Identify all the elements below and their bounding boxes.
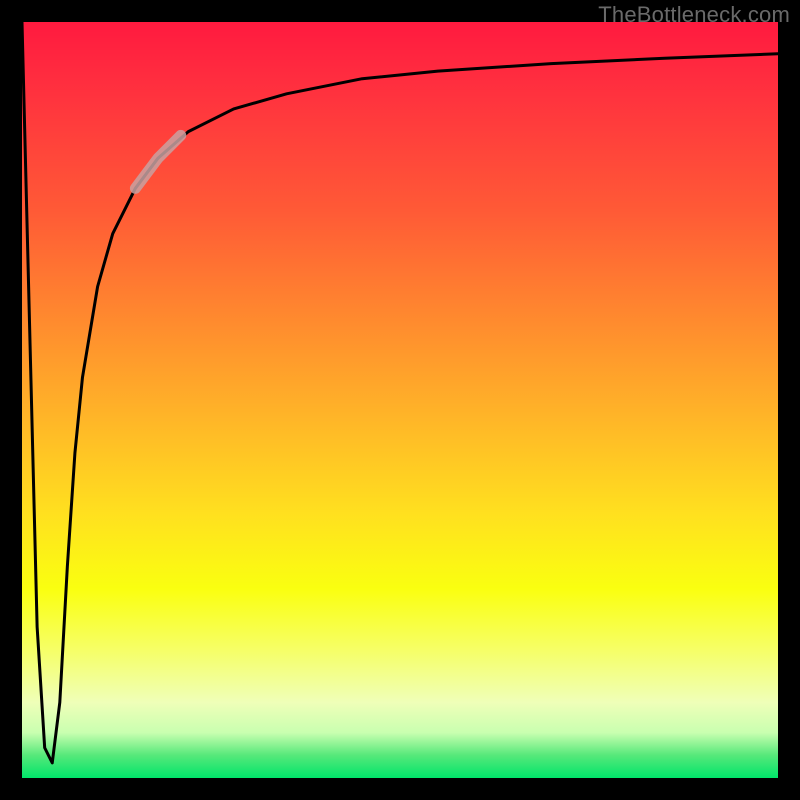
watermark-text: TheBottleneck.com bbox=[598, 2, 790, 28]
highlight-segment bbox=[135, 135, 180, 188]
curve-layer bbox=[22, 22, 778, 778]
plot-area bbox=[22, 22, 778, 778]
chart-frame: TheBottleneck.com bbox=[0, 0, 800, 800]
bottleneck-curve bbox=[22, 22, 778, 763]
